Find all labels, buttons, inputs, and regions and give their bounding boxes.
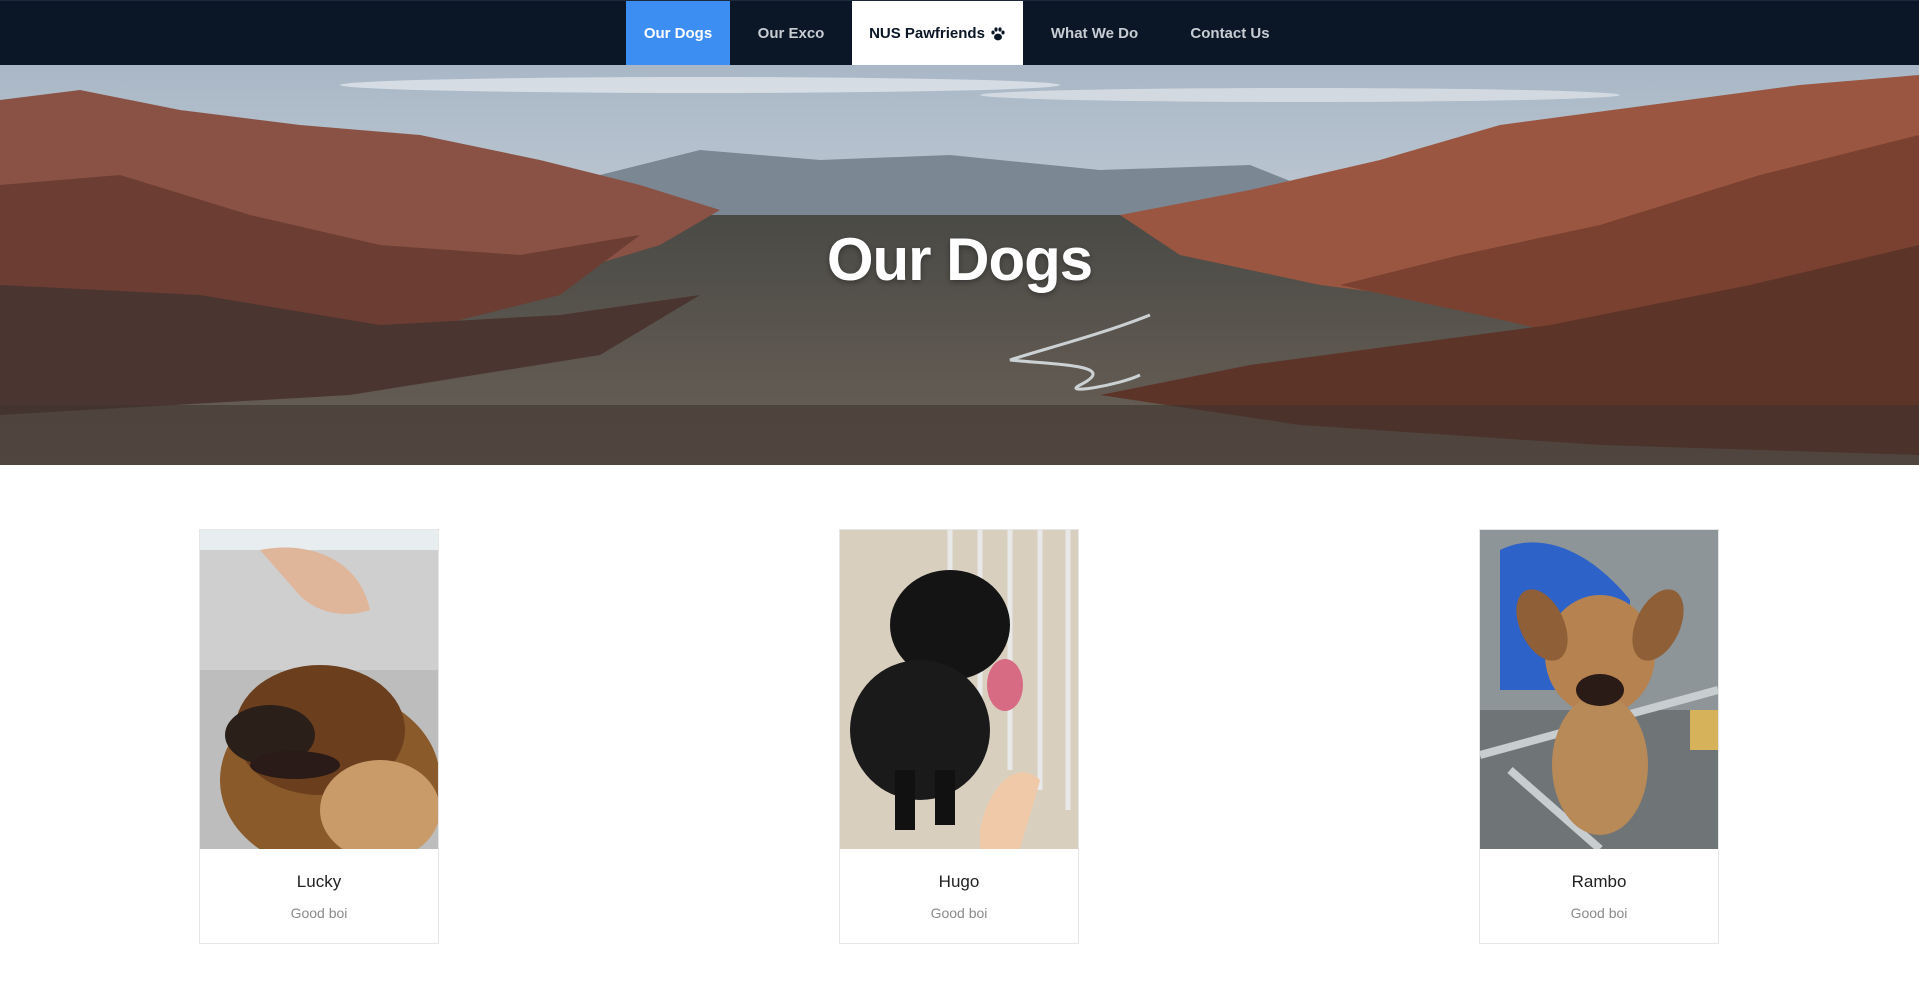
dog-photo-lucky [200, 530, 438, 849]
nav-what-we-do[interactable]: What We Do [1023, 1, 1166, 66]
dog-description: Good boi [1570, 905, 1628, 921]
nav-contact-us[interactable]: Contact Us [1166, 1, 1294, 66]
dog-name: Rambo [1571, 872, 1627, 891]
dog-description: Good boi [930, 905, 988, 921]
navbar: Our Dogs Our Exco NUS Pawfriends What We… [0, 0, 1919, 66]
dog-name: Hugo [938, 872, 980, 891]
hero-banner: Our Dogs [0, 65, 1919, 465]
dog-description: Good boi [290, 905, 348, 921]
paw-icon [990, 26, 1006, 42]
nav-our-dogs-label: Our Dogs [643, 25, 713, 42]
nav-list: Our Dogs Our Exco NUS Pawfriends What We… [626, 1, 1294, 66]
nav-our-dogs[interactable]: Our Dogs [626, 1, 730, 66]
nav-our-exco[interactable]: Our Exco [730, 1, 852, 66]
nav-what-we-do-label: What We Do [1050, 25, 1139, 42]
nav-our-exco-label: Our Exco [757, 25, 825, 42]
dog-photo-rambo [1480, 530, 1718, 849]
dog-card[interactable]: Lucky Good boi [199, 529, 439, 944]
dog-card[interactable]: Hugo Good boi [839, 529, 1079, 944]
dog-card[interactable]: Rambo Good boi [1479, 529, 1719, 944]
brand-label: NUS Pawfriends [869, 25, 985, 42]
dog-photo-hugo [840, 530, 1078, 849]
dog-name: Lucky [296, 872, 342, 891]
nav-brand-home[interactable]: NUS Pawfriends [852, 1, 1023, 66]
nav-contact-us-label: Contact Us [1190, 25, 1270, 42]
hero-title: Our Dogs [826, 226, 1093, 293]
